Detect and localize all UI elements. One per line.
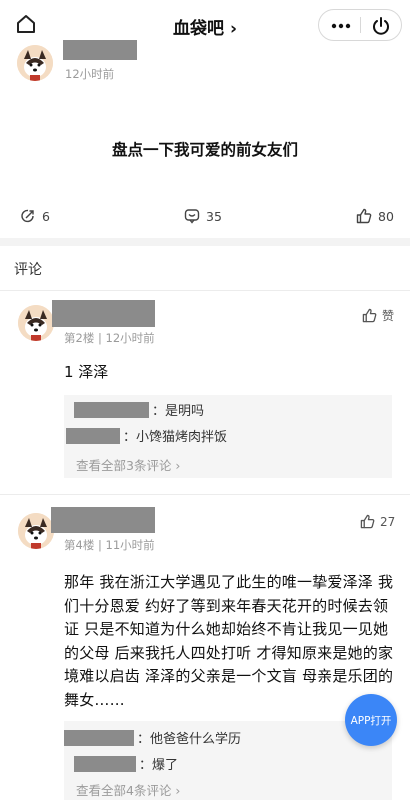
reply-text: ：是明吗: [152, 404, 205, 419]
post-text: 盘点一下我可爱的前女友们: [111, 141, 298, 159]
close-power-icon[interactable]: [370, 15, 392, 37]
share-button[interactable]: 6: [20, 208, 50, 224]
like-button[interactable]: 80: [356, 208, 394, 224]
post-author-name-redacted: [63, 40, 137, 60]
comment-author-redacted: [52, 300, 155, 327]
thumbs-up-icon: [356, 208, 372, 224]
thumbs-up-icon: [360, 514, 375, 529]
capsule-divider: [360, 17, 361, 33]
reply-item[interactable]: ：爆了: [74, 754, 178, 773]
mini-program-capsule: [318, 9, 402, 41]
more-icon[interactable]: [330, 19, 352, 33]
reply-item[interactable]: ：小馋猫烤肉拌饭: [66, 426, 227, 445]
reply-author-redacted: [64, 729, 134, 746]
comment-count: 35: [206, 208, 222, 224]
reply-item[interactable]: ：他爸爸什么学历: [64, 728, 241, 747]
divider-line: [0, 494, 410, 495]
dog-avatar-icon: [18, 513, 54, 549]
comment-floor-time: 第2楼 | 12小时前: [64, 331, 155, 345]
comment-avatar[interactable]: [18, 305, 54, 341]
comment-like-button[interactable]: 27: [360, 514, 395, 529]
reply-text: ：他爸爸什么学历: [137, 732, 242, 747]
post-time: 12小时前: [65, 67, 115, 81]
reply-author-redacted: [66, 427, 120, 444]
comment-author-redacted: [51, 507, 155, 533]
comment-icon: [184, 209, 200, 224]
dog-avatar-icon: [18, 305, 54, 341]
comment-text: 那年 我在浙江大学遇见了此生的唯一挚爱泽泽 我们十分恩爱 约好了等到来年春天花开…: [64, 573, 394, 709]
comment-button[interactable]: 35: [184, 208, 222, 224]
comment-like-count: 27: [380, 514, 396, 529]
share-count: 6: [42, 208, 50, 224]
reply-author-redacted: [74, 755, 136, 772]
reply-author-redacted: [74, 401, 149, 418]
like-count: 80: [378, 208, 394, 224]
see-all-replies-link[interactable]: 查看全部4条评论 ›: [76, 780, 180, 799]
reply-item[interactable]: ：是明吗: [74, 400, 204, 419]
reply-text: ：爆了: [139, 758, 179, 773]
comment-avatar[interactable]: [18, 513, 54, 549]
share-icon: [21, 209, 34, 223]
see-all-replies-link[interactable]: 查看全部3条评论 ›: [76, 455, 180, 474]
comment-floor-time: 第4楼 | 11小时前: [64, 538, 155, 552]
open-app-button[interactable]: APP打开: [345, 694, 397, 746]
comment-text: 1 泽泽: [64, 363, 109, 381]
comment-like-label: 赞: [382, 309, 395, 323]
post-author-avatar[interactable]: [17, 45, 53, 81]
comment-like-button[interactable]: 赞: [362, 307, 394, 324]
top-bar: 血袋吧 ›: [0, 0, 410, 48]
section-divider: [0, 238, 410, 246]
thumbs-up-icon: [362, 308, 377, 323]
dog-avatar-icon: [17, 45, 53, 81]
divider-line: [0, 290, 410, 291]
comments-heading: 评论: [14, 262, 42, 278]
reply-text: ：小馋猫烤肉拌饭: [123, 430, 228, 445]
